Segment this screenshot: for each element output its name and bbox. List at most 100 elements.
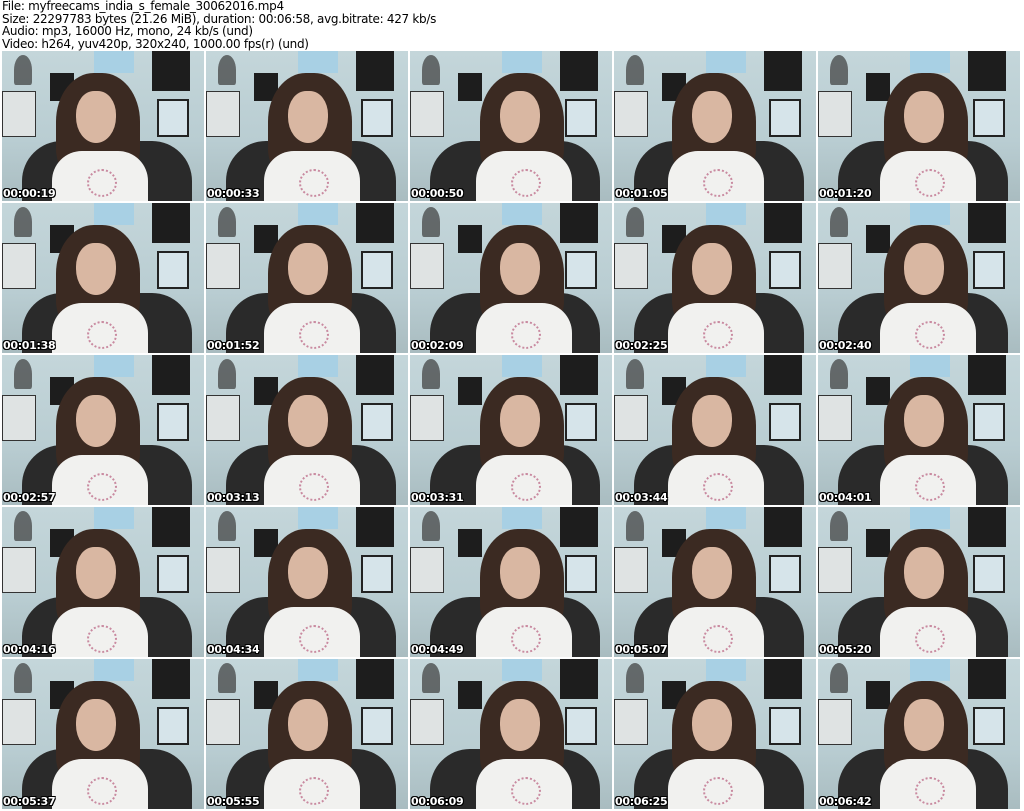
face [500,547,540,599]
shirt-print [915,169,945,197]
person [2,51,196,201]
video-thumbnail: 00:00:33 [206,51,408,201]
face [904,91,944,143]
person [418,355,612,505]
timestamp: 00:02:25 [615,339,668,352]
face [288,395,328,447]
person [206,355,408,505]
timestamp: 00:03:31 [411,491,464,504]
shirt-print [511,777,541,805]
shirt-print [915,625,945,653]
person [206,659,408,809]
face [692,395,732,447]
face [692,547,732,599]
timestamp: 00:00:19 [3,187,56,200]
timestamp: 00:06:42 [819,795,872,808]
video-info: Video: h264, yuv420p, 320x240, 1000.00 f… [2,36,309,51]
person [206,203,408,353]
shirt-print [915,473,945,501]
face [288,699,328,751]
video-thumbnail: 00:00:50 [410,51,612,201]
face [76,547,116,599]
video-thumbnail: 00:04:01 [818,355,1020,505]
video-thumbnail: 00:05:07 [614,507,816,657]
person [418,51,612,201]
timestamp: 00:06:09 [411,795,464,808]
video-thumbnail: 00:03:13 [206,355,408,505]
face [500,699,540,751]
face [500,395,540,447]
video-thumbnail: 00:02:09 [410,203,612,353]
video-thumbnail: 00:01:52 [206,203,408,353]
timestamp: 00:05:55 [207,795,260,808]
timestamp: 00:05:20 [819,643,872,656]
video-thumbnail: 00:02:40 [818,203,1020,353]
person [418,659,612,809]
timestamp: 00:02:57 [3,491,56,504]
person [822,51,1020,201]
person [822,203,1020,353]
shirt-print [511,321,541,349]
timestamp: 00:04:01 [819,491,872,504]
shirt-print [87,777,117,805]
video-thumbnail: 00:04:16 [2,507,204,657]
person [206,507,408,657]
video-thumbnail: 00:05:20 [818,507,1020,657]
shirt-print [87,169,117,197]
person [822,659,1020,809]
person [614,507,812,657]
shirt-print [511,473,541,501]
timestamp: 00:01:05 [615,187,668,200]
video-thumbnail: 00:01:20 [818,51,1020,201]
shirt-print [511,625,541,653]
video-thumbnail: 00:03:44 [614,355,816,505]
person [822,507,1020,657]
shirt-print [87,473,117,501]
thumbnail-grid: 00:00:19 00:00:33 00:00:50 00:01:05 00:01:20… [2,51,1020,809]
person [418,507,612,657]
shirt-print [703,321,733,349]
timestamp: 00:06:25 [615,795,668,808]
timestamp: 00:03:13 [207,491,260,504]
face [288,547,328,599]
timestamp: 00:02:09 [411,339,464,352]
face [288,91,328,143]
timestamp: 00:05:37 [3,795,56,808]
shirt-print [299,625,329,653]
shirt-print [299,321,329,349]
person [822,355,1020,505]
person [418,203,612,353]
face [692,91,732,143]
shirt-print [299,169,329,197]
video-thumbnail: 00:04:49 [410,507,612,657]
face [904,395,944,447]
shirt-print [87,321,117,349]
person [2,507,196,657]
face [904,243,944,295]
person [614,355,812,505]
timestamp: 00:01:38 [3,339,56,352]
timestamp: 00:00:33 [207,187,260,200]
video-thumbnail: 00:03:31 [410,355,612,505]
face [692,699,732,751]
face [288,243,328,295]
shirt-print [87,625,117,653]
timestamp: 00:04:34 [207,643,260,656]
timestamp: 00:05:07 [615,643,668,656]
shirt-print [915,321,945,349]
person [614,51,812,201]
video-thumbnail: 00:01:38 [2,203,204,353]
timestamp: 00:01:20 [819,187,872,200]
video-thumbnail: 00:02:25 [614,203,816,353]
audio-info: Audio: mp3, 16000 Hz, mono, 24 kb/s (und… [2,24,253,38]
file-name: File: myfreecams_india_s_female_30062016… [2,0,284,13]
person [2,203,196,353]
shirt-print [299,777,329,805]
face [76,699,116,751]
video-thumbnail: 00:06:09 [410,659,612,809]
video-thumbnail: 00:02:57 [2,355,204,505]
face [500,243,540,295]
timestamp: 00:04:49 [411,643,464,656]
person [206,51,408,201]
face [904,547,944,599]
